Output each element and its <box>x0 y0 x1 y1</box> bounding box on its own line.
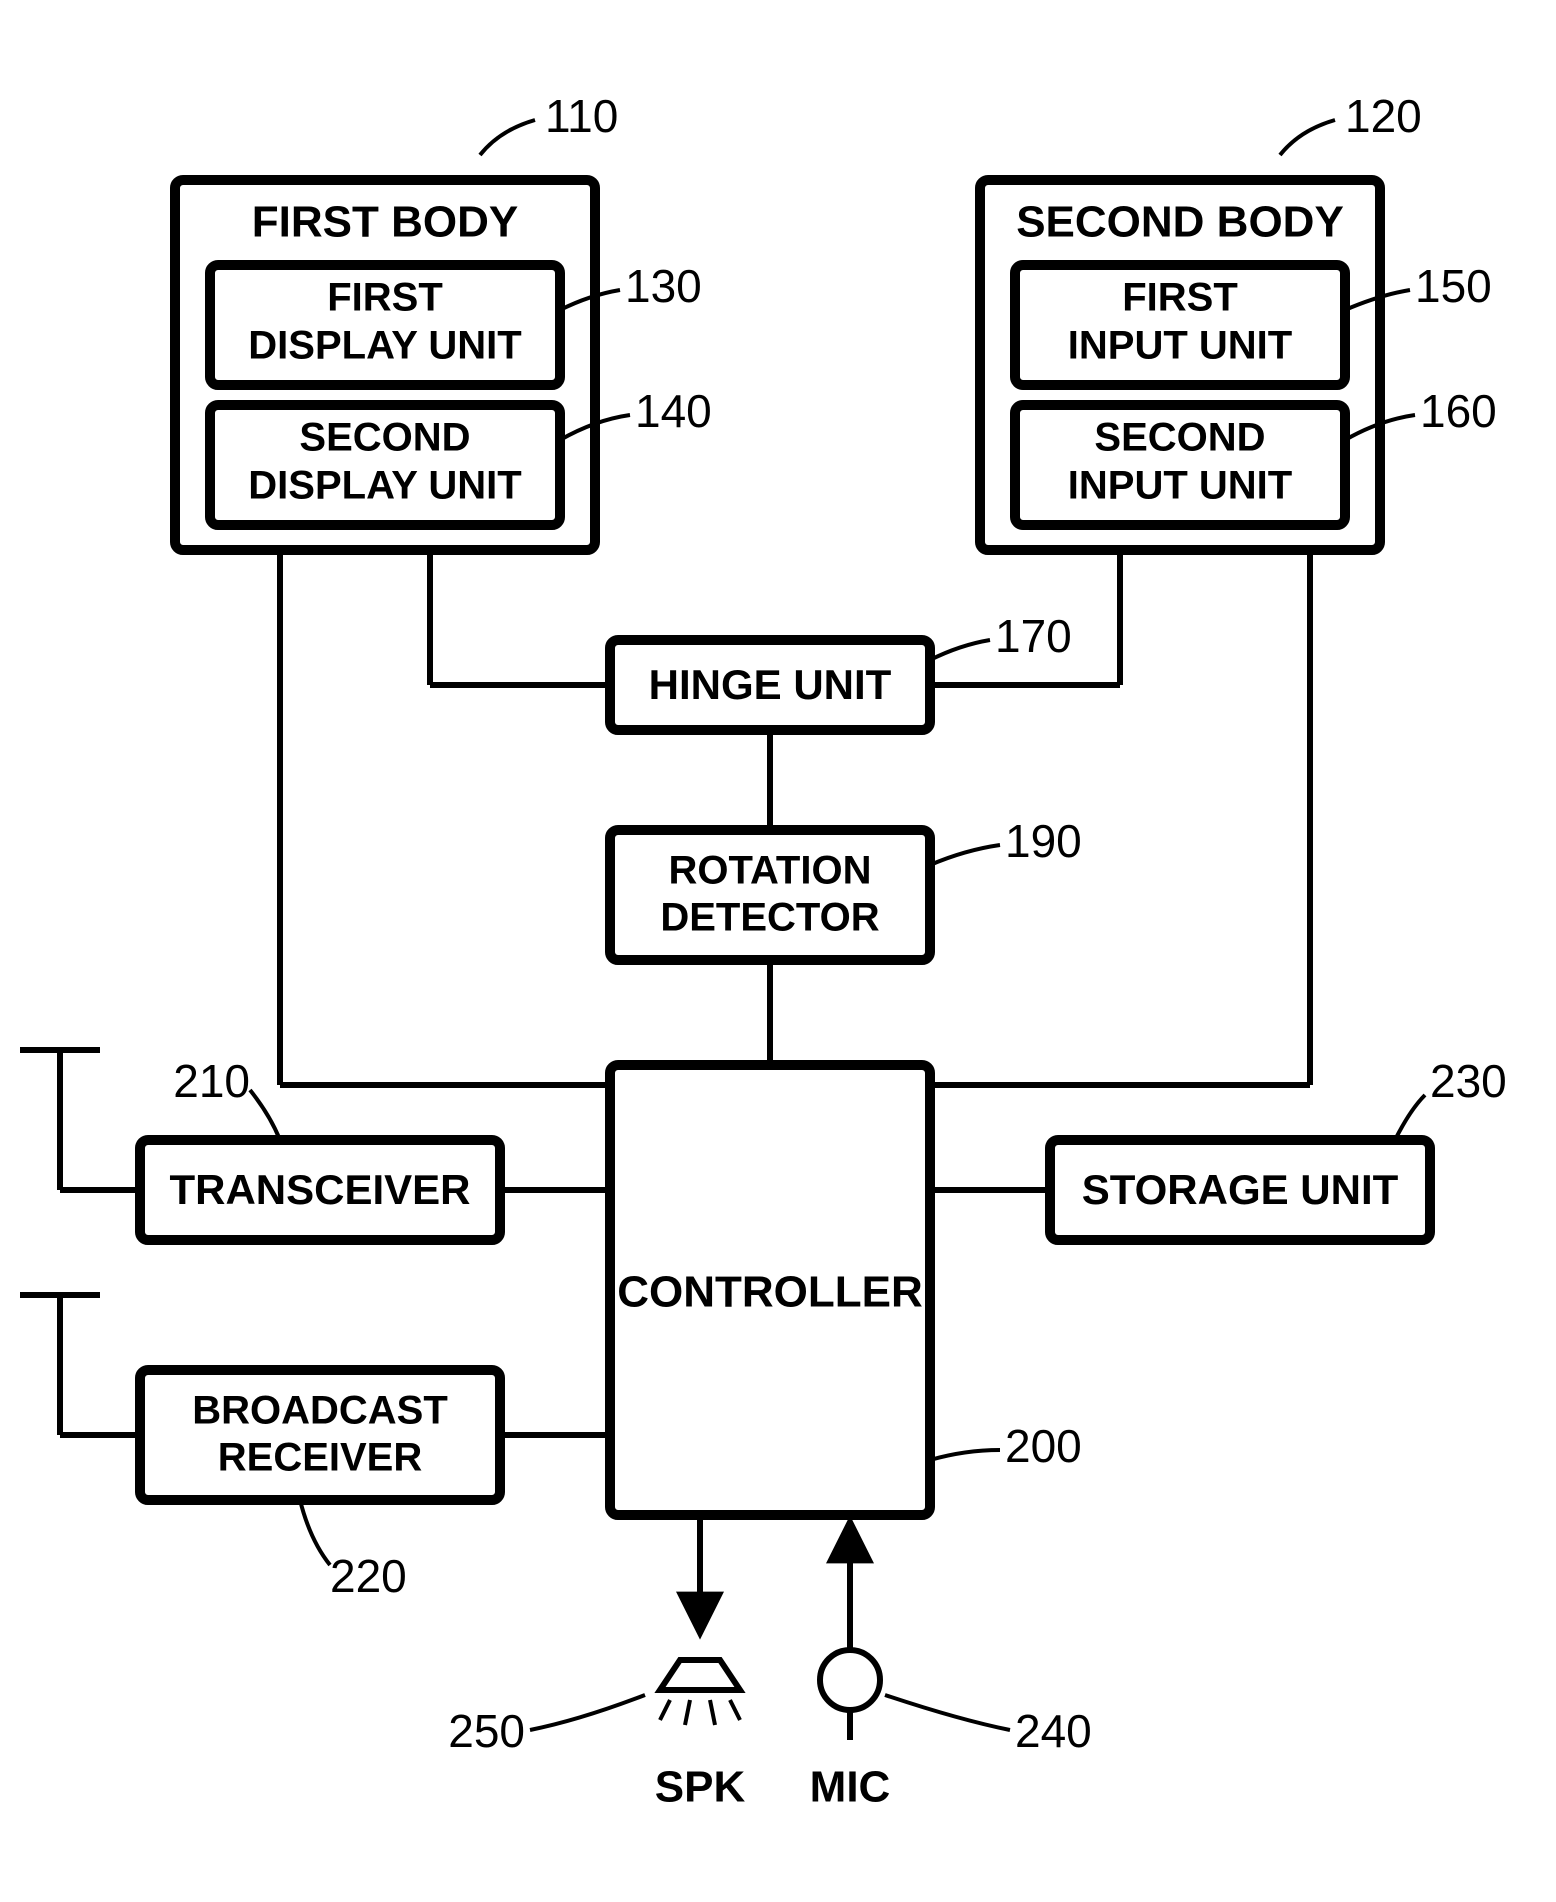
ref-130: 130 <box>625 260 702 312</box>
rotation-l2: DETECTOR <box>660 896 879 940</box>
spk-label: SPK <box>655 1763 746 1812</box>
first-input-l2: INPUT UNIT <box>1068 324 1292 368</box>
first-input-l1: FIRST <box>1122 276 1238 320</box>
first-body-title: FIRST BODY <box>252 198 518 247</box>
second-body-title: SECOND BODY <box>1016 198 1344 247</box>
ref-150: 150 <box>1415 260 1492 312</box>
ref-160: 160 <box>1420 385 1497 437</box>
ref-200: 200 <box>1005 1420 1082 1472</box>
ref-120: 120 <box>1345 90 1422 142</box>
block-diagram: FIRST BODY FIRST DISPLAY UNIT SECOND DIS… <box>0 0 1556 1902</box>
ref-190: 190 <box>1005 815 1082 867</box>
storage-label: STORAGE UNIT <box>1082 1166 1399 1213</box>
second-input-l1: SECOND <box>1094 416 1265 460</box>
first-display-line1: FIRST <box>327 276 443 320</box>
ref-250: 250 <box>448 1705 525 1757</box>
ref-230: 230 <box>1430 1055 1507 1107</box>
broadcast-l2: RECEIVER <box>218 1436 423 1480</box>
second-body-block: SECOND BODY FIRST INPUT UNIT SECOND INPU… <box>980 180 1380 550</box>
hinge-label: HINGE UNIT <box>649 661 892 708</box>
mic-label: MIC <box>810 1763 891 1812</box>
ref-170: 170 <box>995 610 1072 662</box>
first-body-block: FIRST BODY FIRST DISPLAY UNIT SECOND DIS… <box>175 180 595 550</box>
second-input-l2: INPUT UNIT <box>1068 464 1292 508</box>
rotation-l1: ROTATION <box>669 849 872 893</box>
broadcast-l1: BROADCAST <box>192 1389 448 1433</box>
transceiver-label: TRANSCEIVER <box>169 1166 470 1213</box>
first-display-line2: DISPLAY UNIT <box>248 324 521 368</box>
speaker-icon <box>660 1515 740 1725</box>
mic-icon <box>820 1525 880 1740</box>
ref-220: 220 <box>330 1550 407 1602</box>
ref-110: 110 <box>545 90 618 142</box>
second-display-line2: DISPLAY UNIT <box>248 464 521 508</box>
ref-240: 240 <box>1015 1705 1092 1757</box>
controller-label: CONTROLLER <box>617 1268 923 1317</box>
ref-140: 140 <box>635 385 712 437</box>
ref-210: 210 <box>173 1055 250 1107</box>
second-display-line1: SECOND <box>299 416 470 460</box>
